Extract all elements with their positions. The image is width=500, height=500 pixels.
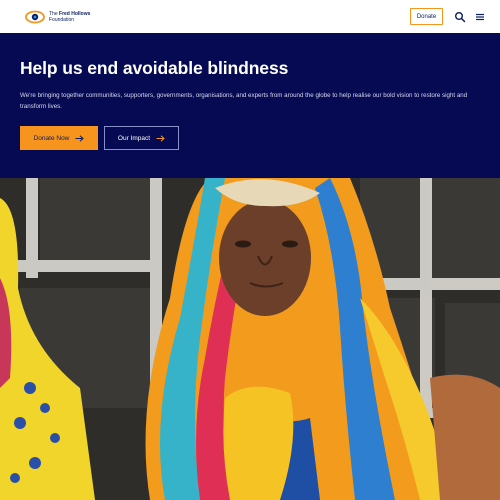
logo-text: The Fred Hollows Foundation — [49, 11, 90, 23]
menu-button[interactable] — [474, 10, 486, 22]
search-icon — [455, 12, 466, 23]
our-impact-label: Our Impact — [117, 134, 151, 142]
arrow-right-icon — [156, 134, 165, 142]
site-header: The Fred Hollows Foundation Donate — [0, 0, 500, 33]
eye-logo-icon — [25, 10, 45, 24]
arrow-right-icon — [75, 134, 85, 142]
hero-title: Help us end avoidable blindness — [20, 58, 289, 78]
search-button[interactable] — [454, 10, 466, 23]
hero-photo — [0, 178, 500, 500]
donate-now-label: Donate Now — [33, 134, 70, 142]
header-donate-button[interactable]: Donate — [410, 8, 443, 25]
donate-now-button[interactable]: Donate Now — [20, 126, 98, 150]
woman-portrait-image — [0, 178, 500, 500]
foundation-logo[interactable]: The Fred Hollows Foundation — [25, 8, 105, 26]
our-impact-button[interactable]: Our Impact — [104, 126, 179, 150]
hamburger-menu-icon — [476, 13, 484, 21]
hero-subtitle: We're bringing together communities, sup… — [20, 92, 468, 110]
brand-foundation: Foundation — [49, 17, 75, 23]
